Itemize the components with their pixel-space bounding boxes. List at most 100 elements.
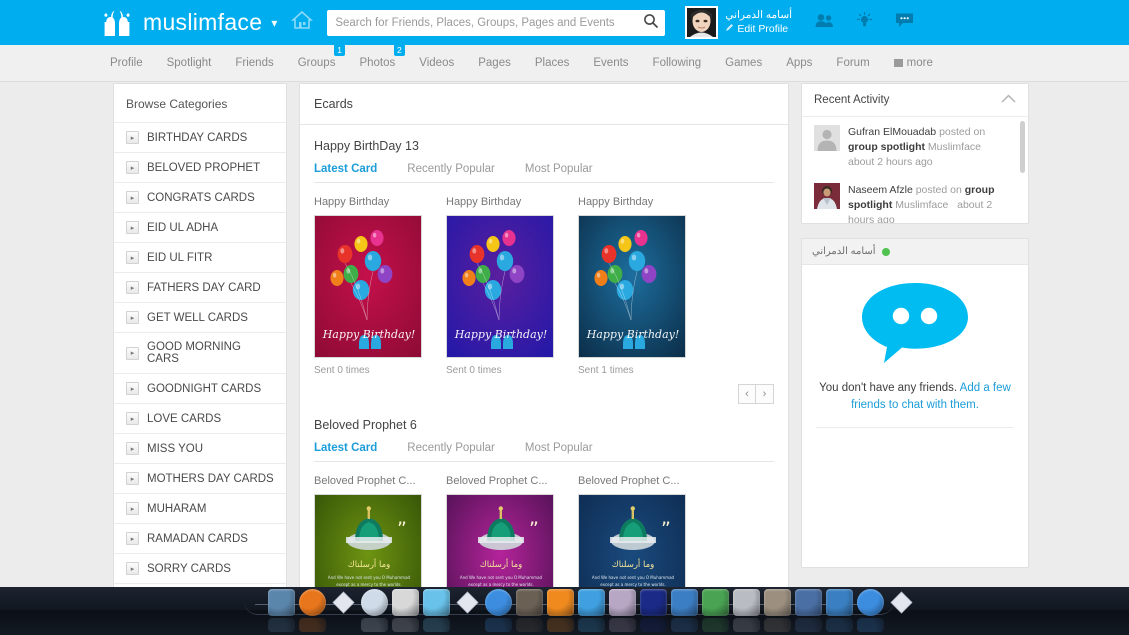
ecard-item[interactable]: Happy BirthdayHappy Birthday!Sent 1 time… <box>578 196 686 376</box>
activity-place[interactable]: Muslimface <box>895 199 948 211</box>
ecards-panel: Ecards Happy BirthDay 13Latest CardRecen… <box>299 83 789 635</box>
ecard-image[interactable]: Happy Birthday! <box>446 215 554 358</box>
nav-item-forum[interactable]: Forum <box>836 57 869 69</box>
avatar[interactable] <box>685 6 718 39</box>
dock-icon-photo[interactable] <box>609 589 636 616</box>
notifications-bulb-icon[interactable] <box>856 12 873 34</box>
dock-icon-headphones[interactable] <box>640 589 667 616</box>
ecard-image[interactable]: Happy Birthday! <box>578 215 686 358</box>
chevron-up-icon[interactable] <box>1001 94 1016 106</box>
dock-icon-disk[interactable] <box>764 589 791 616</box>
nav-item-more[interactable]: more <box>894 57 933 69</box>
category-item[interactable]: ▸GET WELL CARDS <box>114 302 286 332</box>
category-item[interactable]: ▸BIRTHDAY CARDS <box>114 122 286 152</box>
tab-latest-card[interactable]: Latest Card <box>314 442 377 454</box>
nav-item-friends[interactable]: Friends <box>235 57 273 69</box>
dock-icon-diamond-light-2[interactable] <box>454 589 481 616</box>
category-label: LOVE CARDS <box>147 413 221 425</box>
activity-text: Gufran ElMouadab posted on group spotlig… <box>848 125 1016 171</box>
chevron-right-icon[interactable]: › <box>756 384 774 404</box>
tab-most-popular[interactable]: Most Popular <box>525 163 593 175</box>
profile-name: أسامه الدمراني <box>725 9 792 22</box>
nav-item-games[interactable]: Games <box>725 57 762 69</box>
nav-item-events[interactable]: Events <box>593 57 628 69</box>
ecard-image[interactable]: Happy Birthday! <box>314 215 422 358</box>
dock-icon-document[interactable] <box>671 589 698 616</box>
activity-user[interactable]: Naseem Afzle <box>848 184 913 196</box>
category-item[interactable]: ▸MISS YOU <box>114 433 286 463</box>
activity-place[interactable]: Muslimface <box>928 141 981 153</box>
activity-user[interactable]: Gufran ElMouadab <box>848 126 936 138</box>
brand-logo[interactable]: muslimface ▾ <box>100 9 277 36</box>
category-item[interactable]: ▸CONGRATS CARDS <box>114 182 286 212</box>
recent-activity-list[interactable]: Gufran ElMouadab posted on group spotlig… <box>802 117 1028 223</box>
dock-icon-spreadsheet[interactable] <box>702 589 729 616</box>
chevron-down-icon[interactable]: ▾ <box>271 16 277 30</box>
dock-icon-tools[interactable] <box>733 589 760 616</box>
category-item[interactable]: ▸FATHERS DAY CARD <box>114 272 286 302</box>
category-item[interactable]: ▸GOOD MORNING CARS <box>114 332 286 373</box>
chevron-left-icon[interactable]: ‹ <box>738 384 756 404</box>
category-item[interactable]: ▸LOVE CARDS <box>114 403 286 433</box>
ecard-item[interactable]: Happy BirthdayHappy Birthday!Sent 0 time… <box>314 196 422 376</box>
dock-icon-seamonkey[interactable] <box>361 589 388 616</box>
nav-item-label: Profile <box>110 57 143 69</box>
category-label: FATHERS DAY CARD <box>147 282 261 294</box>
dock-icon-gimp[interactable] <box>516 589 543 616</box>
tab-recently-popular[interactable]: Recently Popular <box>407 442 495 454</box>
category-item[interactable]: ▸RAMADAN CARDS <box>114 523 286 553</box>
home-icon[interactable] <box>291 10 313 35</box>
nav-item-pages[interactable]: Pages <box>478 57 511 69</box>
dock-icon-diamond-light-3[interactable] <box>888 589 915 616</box>
nav-item-profile[interactable]: Profile <box>110 57 143 69</box>
dock-icon-anchor[interactable] <box>268 589 295 616</box>
dock-icon-download[interactable] <box>578 589 605 616</box>
dock-icon-chrome-2[interactable] <box>857 589 884 616</box>
edit-profile-link[interactable]: Edit Profile <box>725 23 792 36</box>
dock-icon-firefox[interactable] <box>299 589 326 616</box>
chat-header[interactable]: أسامه الدمراني <box>802 239 1028 265</box>
activity-target[interactable]: group spotlight <box>848 141 925 153</box>
nav-item-apps[interactable]: Apps <box>786 57 812 69</box>
tab-recently-popular[interactable]: Recently Popular <box>407 163 495 175</box>
section-title: Happy BirthDay 13 <box>314 139 774 153</box>
dock-icon-screenshot[interactable] <box>826 589 853 616</box>
category-item[interactable]: ▸MUHARAM <box>114 493 286 523</box>
category-item[interactable]: ▸MOTHERS DAY CARDS <box>114 463 286 493</box>
search-box[interactable] <box>327 10 665 36</box>
search-input[interactable] <box>327 10 665 36</box>
friends-icon[interactable] <box>815 13 834 33</box>
caret-right-icon: ▸ <box>126 251 139 264</box>
activity-avatar <box>814 125 840 151</box>
activity-action: posted on <box>916 184 962 196</box>
category-item[interactable]: ▸BELOVED PROPHET <box>114 152 286 182</box>
category-item[interactable]: ▸EID UL FITR <box>114 242 286 272</box>
nav-item-places[interactable]: Places <box>535 57 570 69</box>
ecard-item[interactable]: Happy BirthdayHappy Birthday!Sent 0 time… <box>446 196 554 376</box>
tab-latest-card[interactable]: Latest Card <box>314 163 377 175</box>
dock-icon-virtualbox[interactable] <box>795 589 822 616</box>
category-item[interactable]: ▸EID UL ADHA <box>114 212 286 242</box>
messages-icon[interactable] <box>895 12 914 33</box>
nav-item-following[interactable]: Following <box>653 57 702 69</box>
nav-item-spotlight[interactable]: Spotlight <box>167 57 212 69</box>
page-body: Browse Categories ▸BIRTHDAY CARDS▸BELOVE… <box>0 82 1129 587</box>
profile-menu[interactable]: أسامه الدمراني Edit Profile <box>685 6 792 39</box>
nav-item-videos[interactable]: Videos <box>419 57 454 69</box>
category-item[interactable]: ▸SORRY CARDS <box>114 553 286 583</box>
tab-most-popular[interactable]: Most Popular <box>525 442 593 454</box>
nav-item-groups[interactable]: Groups1 <box>298 57 336 69</box>
activity-item[interactable]: Gufran ElMouadab posted on group spotlig… <box>802 117 1028 175</box>
activity-item[interactable]: Naseem Afzle posted on group spotlight M… <box>802 175 1028 223</box>
svg-text:And We have not sent you O Muh: And We have not sent you O Muhammad <box>328 575 411 580</box>
nav-item-photos[interactable]: Photos2 <box>359 57 395 69</box>
dock-icon-archive[interactable] <box>392 589 419 616</box>
recent-activity-scrollbar[interactable] <box>1020 121 1025 173</box>
search-icon[interactable] <box>641 13 661 33</box>
dock-icon-chrome[interactable] <box>485 589 512 616</box>
dock-icon-bubble[interactable] <box>423 589 450 616</box>
chat-empty-text: You don't have any friends. <box>819 382 960 394</box>
dock-icon-diamond-light[interactable] <box>330 589 357 616</box>
dock-icon-rss[interactable] <box>547 589 574 616</box>
category-item[interactable]: ▸GOODNIGHT CARDS <box>114 373 286 403</box>
